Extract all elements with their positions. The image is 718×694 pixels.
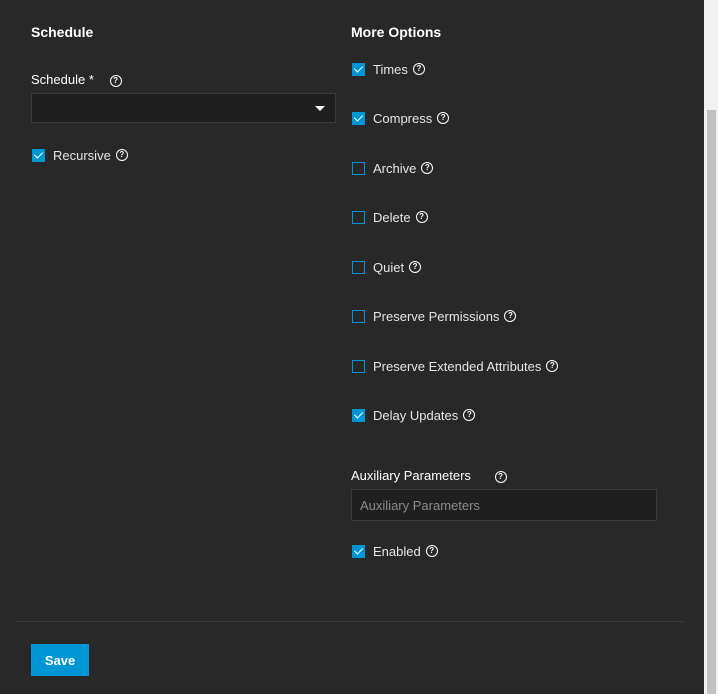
option-quiet[interactable]: Quiet ? (352, 259, 422, 275)
option-archive[interactable]: Archive ? (352, 160, 434, 176)
option-compress[interactable]: Compress ? (352, 110, 450, 126)
times-label: Times (373, 61, 408, 77)
archive-checkbox[interactable] (352, 161, 365, 175)
help-icon[interactable]: ? (504, 310, 517, 322)
help-icon[interactable]: ? (425, 545, 438, 557)
recursive-label: Recursive (53, 147, 111, 163)
help-icon[interactable]: ? (415, 211, 428, 223)
auxiliary-parameters-label-text: Auxiliary Parameters (351, 468, 471, 483)
option-times[interactable]: Times ? (352, 61, 425, 77)
more-options-section-title: More Options (351, 24, 442, 40)
quiet-checkbox[interactable] (352, 260, 365, 274)
option-delete[interactable]: Delete ? (352, 209, 428, 225)
schedule-select[interactable] (31, 93, 336, 123)
schedule-label-text: Schedule * (31, 72, 94, 87)
form-panel: Schedule Schedule * ? Recursive ? More O… (0, 0, 704, 694)
help-icon[interactable]: ? (409, 261, 422, 273)
preserve-permissions-checkbox[interactable] (352, 309, 365, 323)
save-button[interactable]: Save (31, 644, 89, 676)
delete-label: Delete (373, 209, 411, 225)
option-delay-updates[interactable]: Delay Updates ? (352, 407, 476, 423)
help-icon[interactable]: ? (421, 162, 434, 174)
schedule-label: Schedule * ? (31, 72, 122, 87)
delay-updates-label: Delay Updates (373, 407, 459, 423)
preserve-extended-attributes-label: Preserve Extended Attributes (373, 358, 542, 374)
help-icon[interactable]: ? (109, 74, 122, 87)
schedule-section-title: Schedule (31, 24, 94, 40)
archive-label: Archive (373, 160, 417, 176)
auxiliary-parameters-label: Auxiliary Parameters ? (351, 468, 507, 483)
help-icon[interactable]: ? (546, 360, 559, 372)
compress-checkbox[interactable] (352, 111, 365, 125)
recursive-option[interactable]: Recursive ? (32, 147, 128, 163)
compress-label: Compress (373, 110, 433, 126)
option-preserve-extended-attributes[interactable]: Preserve Extended Attributes ? (352, 358, 559, 374)
help-icon[interactable]: ? (412, 63, 425, 75)
option-preserve-permissions[interactable]: Preserve Permissions ? (352, 308, 517, 324)
option-enabled[interactable]: Enabled ? (352, 543, 438, 559)
preserve-permissions-label: Preserve Permissions (373, 308, 500, 324)
help-icon[interactable]: ? (115, 149, 128, 161)
recursive-checkbox[interactable] (32, 148, 45, 162)
auxiliary-parameters-input[interactable] (351, 489, 657, 521)
delete-checkbox[interactable] (352, 210, 365, 224)
enabled-checkbox[interactable] (352, 544, 365, 558)
chevron-down-icon[interactable] (315, 106, 325, 111)
enabled-label: Enabled (373, 543, 421, 559)
delay-updates-checkbox[interactable] (352, 408, 365, 422)
page: Schedule Schedule * ? Recursive ? More O… (0, 0, 718, 694)
help-icon[interactable]: ? (463, 409, 476, 421)
scrollbar-thumb[interactable] (707, 110, 716, 694)
quiet-label: Quiet (373, 259, 405, 275)
help-icon[interactable]: ? (494, 470, 507, 483)
preserve-extended-attributes-checkbox[interactable] (352, 359, 365, 373)
times-checkbox[interactable] (352, 62, 365, 76)
help-icon[interactable]: ? (437, 112, 450, 124)
footer-divider (16, 621, 684, 622)
scrollbar[interactable] (704, 0, 718, 694)
